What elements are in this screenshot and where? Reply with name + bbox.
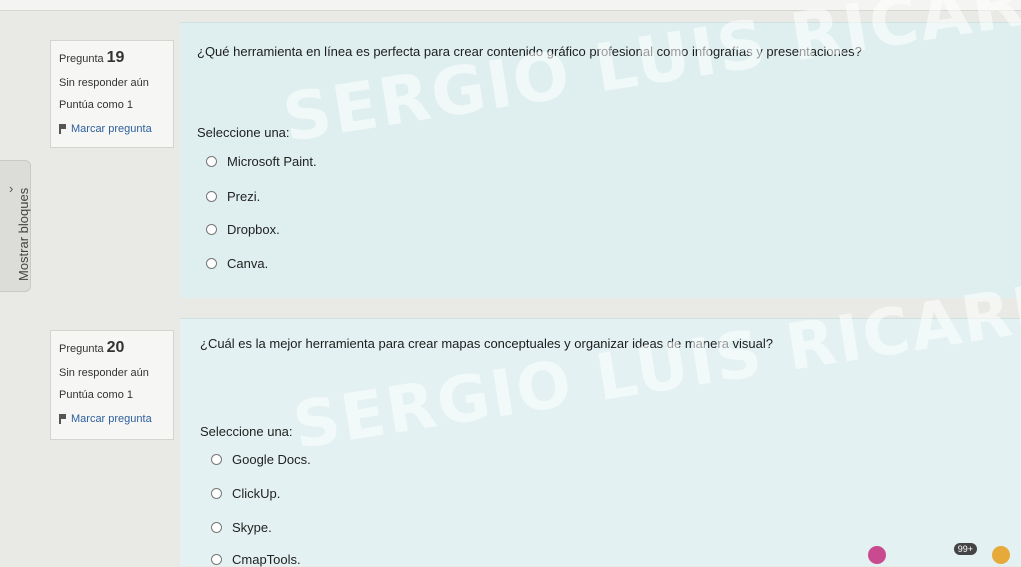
radio-button[interactable] — [206, 191, 217, 202]
radio-button[interactable] — [211, 554, 222, 565]
question-status: Sin responder aún — [59, 77, 149, 89]
flag-icon — [59, 124, 67, 134]
option-q19-prezi[interactable]: Prezi. — [206, 189, 260, 204]
question-score: Puntúa como 1 — [59, 99, 133, 111]
notification-badge: 99+ — [953, 543, 977, 555]
flag-icon — [59, 414, 67, 424]
show-blocks-drawer-toggle[interactable]: › Mostrar bloques — [0, 160, 31, 292]
show-blocks-label: Mostrar bloques — [16, 187, 31, 281]
radio-button[interactable] — [211, 522, 222, 533]
radio-button[interactable] — [206, 258, 217, 269]
option-q20-skype[interactable]: Skype. — [211, 520, 272, 535]
flag-question-link[interactable]: Marcar pregunta — [59, 123, 165, 135]
option-q19-microsoft-paint[interactable]: Microsoft Paint. — [206, 154, 317, 169]
select-one-label: Seleccione una: — [200, 424, 293, 439]
option-q20-google-docs[interactable]: Google Docs. — [211, 452, 311, 467]
option-q20-clickup[interactable]: ClickUp. — [211, 486, 280, 501]
question-status: Sin responder aún — [59, 367, 149, 379]
question-20-info: Pregunta 20 Sin responder aún Puntúa como… — [50, 330, 174, 440]
option-q19-dropbox[interactable]: Dropbox. — [206, 222, 280, 237]
radio-button[interactable] — [211, 488, 222, 499]
radio-button[interactable] — [211, 454, 222, 465]
browser-icon[interactable] — [992, 546, 1010, 564]
question-score: Puntúa como 1 — [59, 389, 133, 401]
chevron-right-icon: › — [9, 181, 14, 196]
select-one-label: Seleccione una: — [197, 125, 290, 140]
flag-question-link[interactable]: Marcar pregunta — [59, 413, 165, 425]
app-icon[interactable] — [868, 546, 886, 564]
radio-button[interactable] — [206, 224, 217, 235]
question-19-info: Pregunta 19 Sin responder aún Puntúa como… — [50, 40, 174, 148]
question-number: Pregunta 19 — [59, 49, 125, 66]
option-q20-cmaptools[interactable]: CmapTools. — [211, 552, 301, 567]
option-q19-canva[interactable]: Canva. — [206, 256, 268, 271]
question-number: Pregunta 20 — [59, 339, 125, 356]
radio-button[interactable] — [206, 156, 217, 167]
